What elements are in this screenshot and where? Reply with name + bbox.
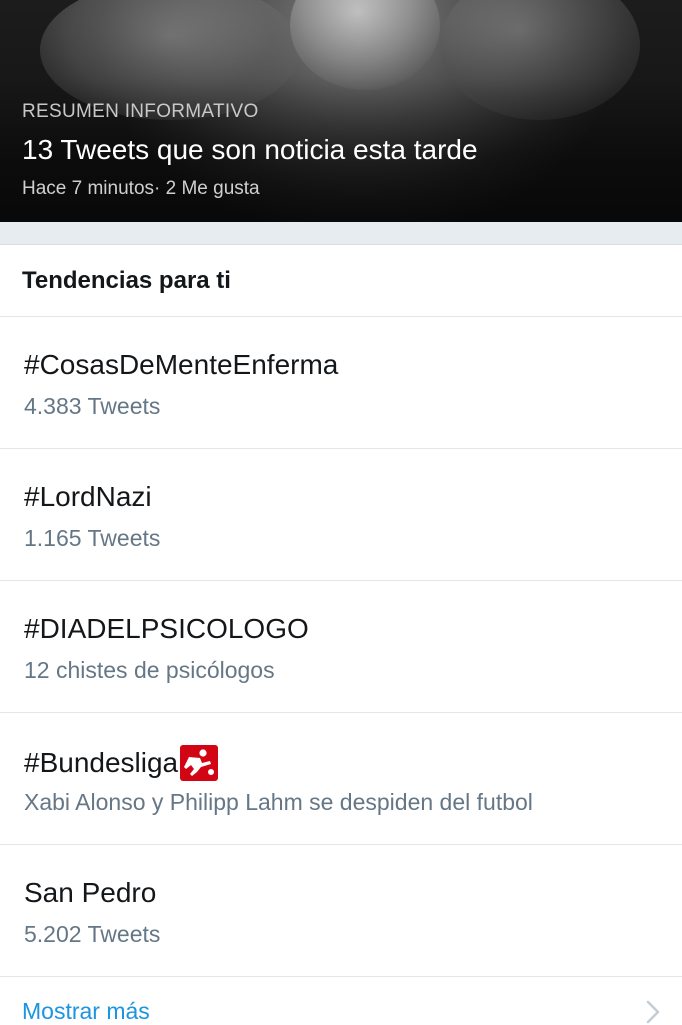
moment-card[interactable]: RESUMEN INFORMATIVO 13 Tweets que son no… — [0, 0, 682, 222]
trend-subtitle: 5.202 Tweets — [24, 921, 161, 947]
moment-category: RESUMEN INFORMATIVO — [22, 101, 259, 122]
trend-item[interactable]: San Pedro 5.202 Tweets — [0, 845, 682, 977]
trend-item[interactable]: #LordNazi 1.165 Tweets — [0, 449, 682, 581]
trend-subtitle: Xabi Alonso y Philipp Lahm se despiden d… — [24, 789, 533, 815]
trend-name-text: #LordNazi — [24, 481, 152, 512]
moment-title[interactable]: 13 Tweets que son noticia esta tarde — [22, 134, 478, 166]
trend-name-text: #CosasDeMenteEnferma — [24, 349, 339, 380]
trend-subtitle: 1.165 Tweets — [24, 525, 161, 551]
trend-item[interactable]: #CosasDeMenteEnferma 4.383 Tweets — [0, 317, 682, 449]
trend-name[interactable]: #LordNazi — [24, 481, 152, 513]
trend-name[interactable]: San Pedro — [24, 877, 156, 909]
trend-name-text: #Bundesliga — [24, 747, 179, 778]
trend-item[interactable]: #Bundesliga Xabi Alonso y Philipp Lahm s… — [0, 713, 682, 845]
trend-item[interactable]: #DIADELPSICOLOGO 12 chistes de psicólogo… — [0, 581, 682, 713]
show-more-link[interactable]: Mostrar más — [22, 998, 150, 1025]
trend-name[interactable]: #Bundesliga — [24, 745, 219, 781]
trend-name-text: #DIADELPSICOLOGO — [24, 613, 309, 644]
section-divider — [0, 222, 682, 245]
trend-name-text: San Pedro — [24, 877, 157, 908]
trends-header: Tendencias para ti — [0, 245, 682, 317]
trend-subtitle: 4.383 Tweets — [24, 393, 161, 419]
trend-name[interactable]: #DIADELPSICOLOGO — [24, 613, 309, 645]
moment-meta: Hace 7 minutos· 2 Me gusta — [22, 178, 260, 199]
bundesliga-logo-icon — [180, 745, 219, 781]
trends-title: Tendencias para ti — [22, 267, 231, 294]
chevron-right-icon — [646, 1000, 660, 1024]
trend-name[interactable]: #CosasDeMenteEnferma — [24, 349, 338, 381]
show-more-row[interactable]: Mostrar más — [0, 976, 682, 1024]
trend-subtitle: 12 chistes de psicólogos — [24, 657, 275, 683]
